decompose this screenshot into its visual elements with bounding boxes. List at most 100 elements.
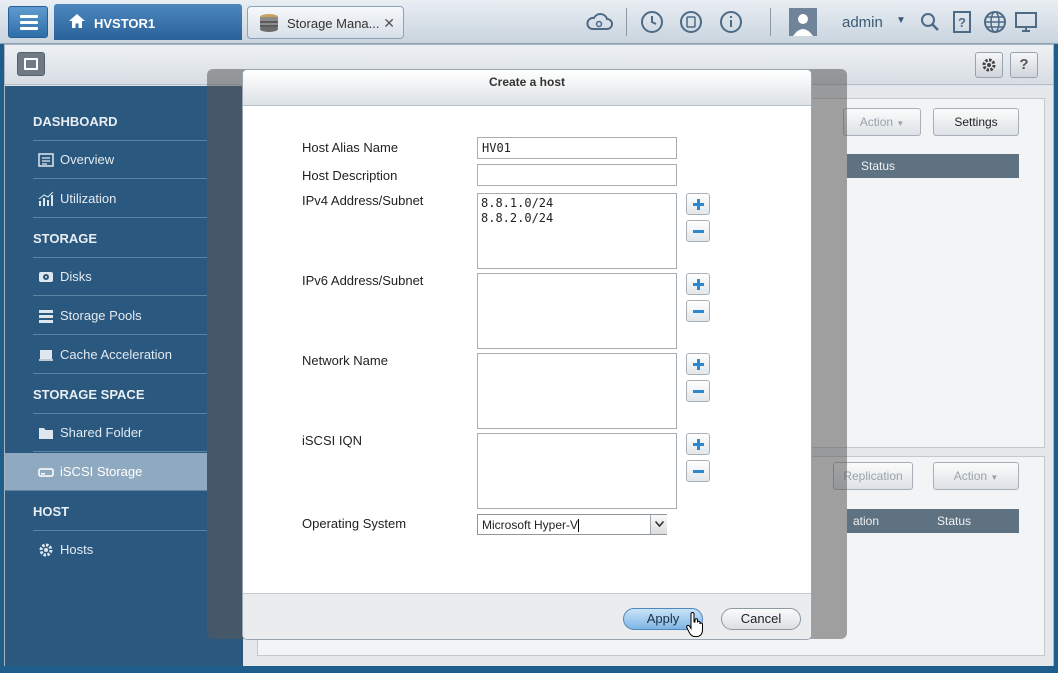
- ipv4-entry[interactable]: 8.8.1.0/24: [481, 196, 673, 211]
- remove-ipv6-button[interactable]: [686, 300, 710, 322]
- add-iqn-button[interactable]: [686, 433, 710, 455]
- sidebar-item-label: Disks: [60, 269, 92, 284]
- hand-cursor-icon: [686, 612, 703, 637]
- home-tab[interactable]: HVSTOR1: [54, 4, 242, 40]
- chevron-down-icon[interactable]: ▼: [896, 15, 906, 26]
- chevron-down-icon: ▼: [896, 119, 905, 128]
- ipv6-list[interactable]: [477, 273, 677, 349]
- chevron-down-icon: [655, 521, 664, 527]
- sidebar-item-disks[interactable]: Disks: [33, 258, 207, 296]
- add-ipv4-button[interactable]: [686, 193, 710, 215]
- gear-icon: [39, 543, 53, 557]
- globe-icon[interactable]: [983, 10, 1007, 34]
- sidebar-item-label: Utilization: [60, 191, 117, 206]
- column-header-status: Status: [937, 514, 972, 528]
- cancel-button[interactable]: Cancel: [721, 608, 801, 630]
- svg-text:?: ?: [958, 15, 966, 30]
- clock-icon[interactable]: [640, 10, 664, 34]
- sidebar-item-cache-acceleration[interactable]: Cache Acceleration: [33, 336, 207, 374]
- iscsi-iqn-list[interactable]: [477, 433, 677, 509]
- chart-icon: [38, 191, 54, 206]
- select-dropdown-button[interactable]: [650, 515, 667, 534]
- sidebar-section-storage: STORAGE: [33, 231, 98, 246]
- cache-icon: [39, 350, 53, 361]
- action-dropdown-bottom[interactable]: Action ▼: [933, 462, 1019, 490]
- settings-button[interactable]: [975, 52, 1003, 78]
- sidebar-item-hosts[interactable]: Hosts: [33, 531, 207, 569]
- action-dropdown-top[interactable]: Action ▼: [843, 108, 921, 136]
- add-ipv6-button[interactable]: [686, 273, 710, 295]
- sidebar-item-label: Shared Folder: [60, 425, 143, 440]
- sidebar-item-utilization[interactable]: Utilization: [33, 180, 207, 218]
- host-description-label: Host Description: [302, 168, 398, 183]
- folder-icon: [39, 428, 53, 439]
- add-network-button[interactable]: [686, 353, 710, 375]
- toolbar-separator: [770, 8, 771, 36]
- search-icon[interactable]: [920, 10, 940, 34]
- help-icon[interactable]: ?: [952, 10, 972, 34]
- sidebar-item-label: Hosts: [60, 542, 94, 557]
- column-header-partial: ation: [853, 514, 880, 528]
- username-label[interactable]: admin: [842, 14, 883, 31]
- sidebar-item-storage-pools[interactable]: Storage Pools: [33, 297, 207, 335]
- sidebar-item-shared-folder[interactable]: Shared Folder: [33, 414, 207, 452]
- sync-icon[interactable]: [679, 10, 703, 34]
- storage-manager-icon: [260, 14, 278, 32]
- ipv6-label: IPv6 Address/Subnet: [302, 273, 424, 288]
- action-label: Action: [859, 115, 894, 129]
- create-host-dialog: Create a host Host Alias Name HV01 Host …: [242, 69, 812, 640]
- info-icon[interactable]: [719, 10, 743, 34]
- storage-manager-tab[interactable]: Storage Mana... ✕: [247, 6, 404, 39]
- remove-ipv4-button[interactable]: [686, 220, 710, 242]
- operating-system-value: Microsoft Hyper-V: [482, 518, 579, 532]
- ipv4-list[interactable]: 8.8.1.0/24 8.8.2.0/24: [477, 193, 677, 269]
- network-name-list[interactable]: [477, 353, 677, 429]
- plus-icon-stem: [697, 199, 700, 210]
- help-button[interactable]: ?: [1010, 52, 1038, 78]
- minus-icon: [693, 310, 704, 313]
- text-caret: [578, 519, 580, 533]
- disk-icon: [39, 272, 53, 282]
- sidebar-item-overview[interactable]: Overview: [33, 141, 207, 179]
- monitor-icon[interactable]: [1014, 10, 1038, 34]
- sidebar-item-label: iSCSI Storage: [60, 464, 143, 479]
- sidebar-item-iscsi-storage[interactable]: iSCSI Storage: [5, 453, 207, 491]
- remove-iqn-button[interactable]: [686, 460, 710, 482]
- minus-icon: [693, 390, 704, 393]
- toolbar-separator: [626, 8, 627, 36]
- panel-toggle-button[interactable]: [17, 52, 45, 76]
- host-alias-input[interactable]: HV01: [477, 137, 677, 159]
- sidebar-section-storage-space: STORAGE SPACE: [33, 387, 145, 402]
- host-description-input[interactable]: [477, 164, 677, 186]
- plus-icon-stem: [697, 279, 700, 290]
- iscsi-iqn-label: iSCSI IQN: [302, 433, 362, 448]
- network-name-label: Network Name: [302, 353, 388, 368]
- table-header-status: Status: [847, 154, 1019, 178]
- dialog-title: Create a host: [243, 70, 811, 106]
- sidebar-section-host: HOST: [33, 504, 70, 519]
- action-label: Action: [953, 469, 988, 483]
- cloud-icon[interactable]: [585, 10, 613, 34]
- panel-icon: [24, 58, 38, 70]
- iscsi-icon: [38, 468, 54, 477]
- settings-button-bg[interactable]: Settings: [933, 108, 1019, 136]
- table-header: ation Status: [847, 509, 1019, 533]
- minus-icon: [693, 230, 704, 233]
- operating-system-select[interactable]: Microsoft Hyper-V: [477, 514, 667, 535]
- overview-icon: [38, 153, 54, 167]
- chevron-down-icon: ▼: [990, 473, 999, 482]
- gear-icon: [982, 58, 996, 72]
- ipv4-entry[interactable]: 8.8.2.0/24: [481, 211, 673, 226]
- remove-network-button[interactable]: [686, 380, 710, 402]
- host-alias-label: Host Alias Name: [302, 140, 399, 155]
- pool-icon: [39, 310, 53, 323]
- home-icon: [69, 14, 85, 28]
- close-tab-icon[interactable]: ✕: [383, 15, 395, 32]
- plus-icon-stem: [697, 439, 700, 450]
- sidebar-section-dashboard: DASHBOARD: [33, 114, 118, 129]
- plus-icon-stem: [697, 359, 700, 370]
- ipv4-label: IPv4 Address/Subnet: [302, 193, 424, 208]
- main-menu-button[interactable]: [8, 6, 48, 38]
- nas-name: HVSTOR1: [94, 16, 156, 31]
- avatar-icon[interactable]: [789, 8, 817, 36]
